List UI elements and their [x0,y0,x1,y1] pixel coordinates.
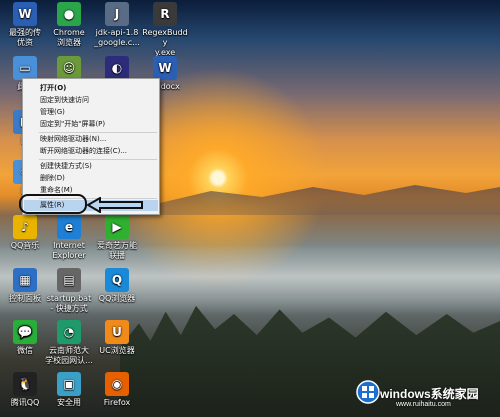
desktop-icon-label: 微信 [17,346,33,355]
menu-item-map-drive[interactable]: 映射网络驱动器(N)... [24,134,158,145]
watermark-url: www.ruihaitu.com [396,401,451,408]
tencent-qq-icon: 🐧 [13,372,37,396]
desktop-icon-label: Internet Explorer [52,241,86,260]
user-folder-icon: ☺ [57,56,81,80]
desktop-icon-label: startup.bat - 快捷方式 [46,294,92,313]
desktop-icon-label: QQ音乐 [10,241,40,250]
control-panel-icon: ▦ [13,268,37,292]
iqiyi-icon: ▶ [105,215,129,239]
desktop-icon-label: Chrome 浏览器 [53,28,85,47]
desktop-icon-qq-browser[interactable]: Q QQ浏览器 [92,268,142,304]
desktop-icon-qqmusic[interactable]: ♪ QQ音乐 [0,215,50,251]
qq-browser-icon: Q [105,268,129,292]
wechat-icon: 💬 [13,320,37,344]
regexbuddy-icon: R [153,2,177,26]
desktop-icon-label: 爱奇艺万能 联播 [97,241,137,260]
desktop-icon-chrome-shortcut[interactable]: ● Chrome 浏览器 [44,2,94,48]
desktop-icon-label: jdk-api-1.8 _google.c... [94,28,140,47]
desktop-icon-label: 控制面板 [9,294,41,303]
desktop-icon-label: 安全用 [57,398,81,407]
desktop-icon-uc-browser[interactable]: U UC浏览器 [92,320,142,356]
desktop-icon-util-app[interactable]: ▣ 安全用 [44,372,94,408]
menu-item-pin-start[interactable]: 固定到"开始"屏幕(P) [24,119,158,130]
desktop-icon-regexbuddy[interactable]: R RegexBuddy y.exe [140,2,190,58]
menu-item-manage[interactable]: 管理(G) [24,107,158,118]
menu-item-open[interactable]: 打开(O) [24,83,158,94]
firefox-icon: ◉ [105,372,129,396]
desktop-icon-control-panel[interactable]: ▦ 控制面板 [0,268,50,304]
desktop-icon-label: RegexBuddy y.exe [142,28,188,57]
menu-separator [39,132,157,133]
desktop-icon-label: 云南师范大 学校园网认... [45,346,93,365]
desktop-icon-label: Firefox [103,398,131,407]
menu-item-disconnect-drive[interactable]: 断开网络驱动器的连接(C)... [24,146,158,157]
desktop-icon-startup-bat[interactable]: ▤ startup.bat - 快捷方式 [44,268,94,314]
highlight-oval [19,194,87,214]
jdk-file-icon: J [105,2,129,26]
desktop-icon-tencent-qq[interactable]: 🐧 腾讯QQ [0,372,50,408]
desktop-icon-ie[interactable]: e Internet Explorer [44,215,94,261]
menu-item-pin-quick-access[interactable]: 固定到快速访问 [24,95,158,106]
yunnan-portal-icon: ◔ [57,320,81,344]
desktop-icon-label: UC浏览器 [99,346,135,355]
startup-bat-icon: ▤ [57,268,81,292]
chrome-shortcut-icon: ● [57,2,81,26]
desktop-icon-label: QQ浏览器 [98,294,136,303]
uc-browser-icon: U [105,320,129,344]
watermark-title: windows系统家园 [380,387,479,401]
windows-logo-icon [356,380,380,404]
menu-item-delete[interactable]: 删除(D) [24,173,158,184]
desktop-icon-jdk-file[interactable]: Jjdk-api-1.8 _google.c... [92,2,142,48]
qqmusic-icon: ♪ [13,215,37,239]
word-doc-1-icon: W [13,2,37,26]
eclipse-icon: ◐ [105,56,129,80]
desktop-icon-word-doc-1[interactable]: W 最强的传 优资 [0,2,50,48]
left-arrow-icon [86,197,143,213]
menu-item-create-shortcut[interactable]: 创建快捷方式(S) [24,161,158,172]
desktop-icon-label: 最强的传 优资 [9,28,41,47]
desktop-icon-firefox[interactable]: ◉ Firefox [92,372,142,408]
desktop-icon-wechat[interactable]: 💬 微信 [0,320,50,356]
desktop-icon-iqiyi[interactable]: ▶ 爱奇艺万能 联播 [92,215,142,261]
word-doc-2-icon: W [153,56,177,80]
this-pc-icon: ▭ [13,56,37,80]
util-app-icon: ▣ [57,372,81,396]
desktop-icon-yunnan-portal[interactable]: ◔ 云南师范大 学校园网认... [44,320,94,366]
desktop-icon-label: 腾讯QQ [10,398,40,407]
ie-icon: e [57,215,81,239]
menu-separator [39,159,157,160]
